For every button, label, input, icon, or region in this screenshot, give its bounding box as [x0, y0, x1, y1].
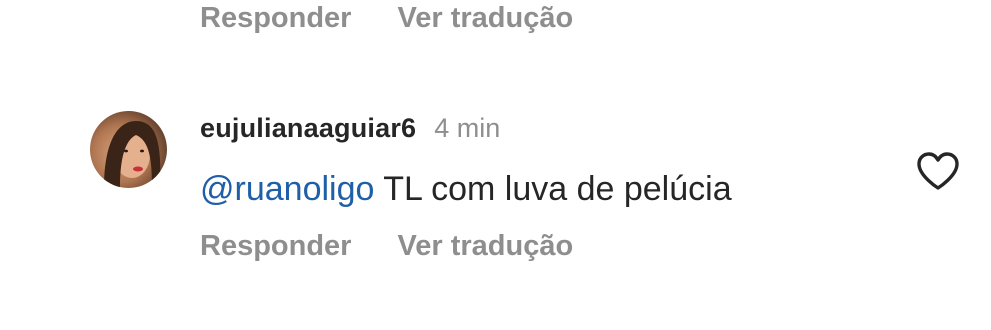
reply-button[interactable]: Responder	[200, 228, 351, 264]
avatar[interactable]	[90, 111, 167, 188]
previous-comment-actions: Responder Ver tradução	[200, 0, 573, 36]
reply-button[interactable]: Responder	[200, 0, 351, 36]
avatar-image	[104, 121, 161, 188]
timestamp: 4 min	[434, 113, 501, 143]
heart-icon[interactable]	[916, 151, 960, 191]
comment-text: @ruanoligo TL com luva de pelúcia	[200, 168, 732, 210]
see-translation-button[interactable]: Ver tradução	[397, 228, 573, 264]
mention-link[interactable]: @ruanoligo	[200, 170, 374, 208]
comment-header: eujulianaaguiar6 4 min	[200, 110, 500, 146]
see-translation-button[interactable]: Ver tradução	[397, 0, 573, 36]
comment-body: TL com luva de pelúcia	[374, 170, 732, 208]
comment-actions: Responder Ver tradução	[200, 228, 573, 264]
username[interactable]: eujulianaaguiar6	[200, 110, 416, 146]
